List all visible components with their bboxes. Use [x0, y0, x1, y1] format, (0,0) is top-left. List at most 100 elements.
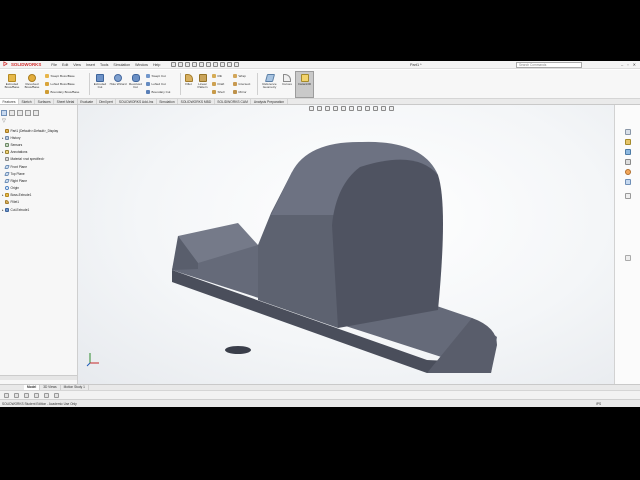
cut-extrude-icon [5, 207, 9, 212]
command-manager: Extruded Boss/Base Revolved Boss/Base Sw… [0, 70, 640, 99]
wrap-button[interactable]: Wrap [233, 73, 246, 78]
tree-item-cut-extrude1[interactable]: ▸ Cut-Extrude1 [2, 206, 78, 213]
custom-properties-icon[interactable] [625, 179, 631, 185]
boss-extrude-icon [5, 193, 9, 198]
solidworks-logo[interactable]: ᐅ SOLIDWORKS [3, 61, 41, 69]
tab-surfaces[interactable]: Surfaces [35, 99, 55, 104]
options-icon[interactable] [24, 392, 29, 398]
view-palette-icon[interactable] [625, 159, 631, 165]
shell-button[interactable]: Shell [212, 89, 224, 94]
swept-boss-button[interactable]: Swept Boss/Base [45, 73, 75, 78]
tab-addins[interactable]: SOLIDWORKS Add-Ins [116, 99, 157, 104]
tree-item-sensors[interactable]: Sensors [2, 141, 78, 148]
appearances-icon[interactable] [625, 169, 631, 175]
tree-item-right-plane[interactable]: Right Plane [2, 177, 78, 184]
new-icon[interactable] [171, 62, 177, 67]
file-explorer-icon[interactable] [625, 149, 631, 155]
tree-item-history[interactable]: ▸ History [2, 134, 78, 141]
redo-icon[interactable] [206, 62, 212, 67]
minimize-icon[interactable]: – [621, 62, 623, 67]
feature-manager-tab-icon[interactable] [1, 110, 7, 116]
hole-left[interactable] [225, 346, 251, 354]
fillet-button[interactable]: Fillet [182, 74, 195, 86]
open-icon[interactable] [178, 62, 184, 67]
menu-simulation[interactable]: Simulation [113, 63, 130, 67]
hole-wizard-button[interactable]: Hole Wizard [109, 74, 127, 86]
tab-features[interactable]: Features [0, 99, 20, 104]
upright-front-face[interactable] [332, 159, 443, 328]
lofted-boss-button[interactable]: Lofted Boss/Base [45, 81, 75, 86]
revolved-boss-button[interactable]: Revolved Boss/Base [22, 74, 42, 90]
menu-window[interactable]: Window [135, 63, 148, 67]
linear-pattern-button[interactable]: Linear Pattern [195, 74, 210, 90]
display-manager-tab-icon[interactable] [33, 110, 39, 116]
anchor-icon[interactable] [4, 392, 9, 398]
save-icon[interactable] [185, 62, 191, 67]
mirror-button[interactable]: Mirror [233, 89, 247, 94]
close-icon[interactable]: ✕ [633, 62, 636, 67]
tab-sketch[interactable]: Sketch [19, 99, 36, 104]
menu-view[interactable]: View [73, 63, 81, 67]
task-pane-tool-icon[interactable] [625, 193, 631, 199]
units-selector[interactable]: IPS [596, 402, 601, 406]
shortcut-icon[interactable] [34, 392, 39, 398]
tab-evaluate[interactable]: Evaluate [78, 99, 97, 104]
revolved-cut-button[interactable]: Revolved Cut [127, 74, 144, 90]
tree-item-top-plane[interactable]: Top Plane [2, 170, 78, 177]
tab-sheet-metal[interactable]: Sheet Metal [54, 99, 78, 104]
tree-item-part[interactable]: Part1 (Default<<Default>_Display [2, 127, 78, 134]
quick-access-toolbar [171, 62, 240, 67]
tree-item-annotations[interactable]: ▸ Annotations [2, 149, 78, 156]
swept-cut-button[interactable]: Swept Cut [146, 73, 166, 78]
tab-analysis-preparation[interactable]: Analysis Preparation [251, 99, 288, 104]
rebuild-icon[interactable] [220, 62, 226, 67]
file-properties-icon[interactable] [227, 62, 233, 67]
tab-cam[interactable]: SOLIDWORKS CAM [215, 99, 252, 104]
tab-dimxpert[interactable]: DimXpert [97, 99, 117, 104]
search-commands-input[interactable]: Search Commands [516, 62, 582, 68]
intersect-button[interactable]: Intersect [233, 81, 250, 86]
options-icon[interactable] [234, 62, 240, 67]
filter-icon[interactable]: ▽ [2, 119, 7, 124]
resources-icon[interactable] [625, 129, 631, 135]
tab-simulation[interactable]: Simulation [157, 99, 179, 104]
reference-geometry-button[interactable]: Reference Geometry [259, 74, 280, 90]
boundary-cut-button[interactable]: Boundary Cut [146, 89, 170, 94]
menu-tools[interactable]: Tools [100, 63, 108, 67]
menu-insert[interactable]: Insert [86, 63, 95, 67]
tree-item-material[interactable]: Material <not specified> [2, 156, 78, 163]
maximize-icon[interactable]: ▫ [627, 62, 628, 67]
boundary-boss-button[interactable]: Boundary Boss/Base [45, 89, 79, 94]
lofted-cut-button[interactable]: Lofted Cut [146, 81, 166, 86]
extruded-cut-button[interactable]: Extruded Cut [91, 74, 109, 90]
hole-wizard-icon [114, 74, 122, 82]
layer-icon[interactable] [14, 392, 19, 398]
property-manager-tab-icon[interactable] [9, 110, 15, 116]
menu-edit[interactable]: Edit [62, 63, 68, 67]
design-library-icon[interactable] [625, 139, 631, 145]
camera-icon[interactable] [44, 392, 49, 398]
extruded-boss-button[interactable]: Extruded Boss/Base [2, 74, 22, 90]
tree-item-front-plane[interactable]: Front Plane [2, 163, 78, 170]
graphics-area[interactable] [78, 105, 614, 384]
status-edition-text: SOLIDWORKS Student Edition - Academic Us… [2, 401, 77, 406]
scroll-icon[interactable] [625, 255, 631, 261]
curves-button[interactable]: Curves [280, 74, 294, 86]
dimxpert-manager-tab-icon[interactable] [25, 110, 31, 116]
pen-icon[interactable] [54, 392, 59, 398]
configuration-manager-tab-icon[interactable] [17, 110, 23, 116]
undo-icon[interactable] [199, 62, 205, 67]
panel-scrollbar[interactable] [0, 375, 77, 380]
menu-help[interactable]: Help [153, 63, 160, 67]
3d-part-model[interactable] [78, 105, 614, 384]
tree-item-boss-extrude1[interactable]: ▸ Boss-Extrude1 [2, 192, 78, 199]
select-icon[interactable] [213, 62, 219, 67]
draft-button[interactable]: Draft [212, 81, 224, 86]
print-icon[interactable] [192, 62, 198, 67]
tree-item-fillet1[interactable]: Fillet1 [2, 199, 78, 206]
tab-mbd[interactable]: SOLIDWORKS MBD [178, 99, 215, 104]
instant3d-button[interactable]: Instant3D [295, 71, 314, 98]
rib-button[interactable]: Rib [212, 73, 222, 78]
menu-file[interactable]: File [51, 63, 57, 67]
tree-item-origin[interactable]: Origin [2, 185, 78, 192]
